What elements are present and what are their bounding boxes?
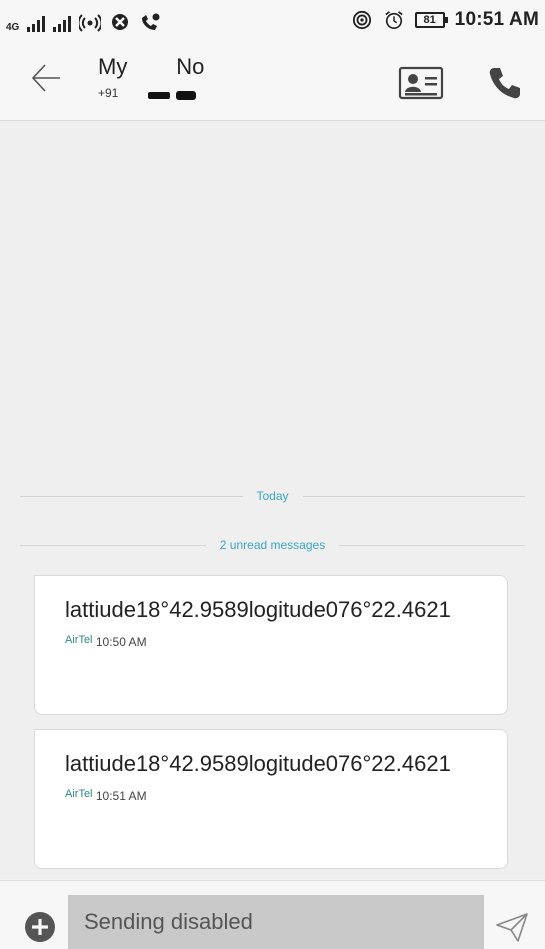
date-divider-label: Today bbox=[242, 486, 303, 506]
status-bar: 4G 81 10:51 AM bbox=[0, 0, 545, 40]
signal-icon bbox=[53, 16, 72, 32]
nfc-icon bbox=[352, 10, 371, 30]
contact-number: +91 bbox=[98, 86, 119, 100]
message-input[interactable]: Sending disabled bbox=[68, 895, 484, 949]
redaction-mark bbox=[176, 91, 196, 100]
sim-label: AirTel bbox=[65, 634, 93, 646]
date-divider: Today bbox=[20, 486, 525, 506]
call-status-icon bbox=[142, 13, 160, 30]
composer-bar: Sending disabled bbox=[0, 880, 545, 949]
message-meta: AirTel 10:51 AM bbox=[65, 788, 487, 803]
contact-card-icon[interactable] bbox=[398, 64, 444, 102]
blocked-icon bbox=[112, 14, 129, 30]
message-time: 10:51 AM bbox=[95, 789, 147, 803]
message-body: lattiude18°42.9589logitude076°22.4621 bbox=[65, 751, 451, 776]
status-left-icons: 4G bbox=[6, 10, 161, 33]
hotspot-icon bbox=[79, 14, 102, 32]
message-time: 10:50 AM bbox=[95, 635, 147, 649]
redaction-mark bbox=[148, 92, 170, 99]
alarm-icon bbox=[384, 11, 403, 29]
contact-name: My No bbox=[98, 54, 205, 79]
send-icon[interactable] bbox=[494, 911, 530, 943]
unread-divider-label: 2 unread messages bbox=[205, 535, 340, 555]
message-body: lattiude18°42.9589logitude076°22.4621 bbox=[65, 597, 451, 622]
status-clock: 10:51 AM bbox=[454, 9, 539, 30]
back-arrow-icon[interactable] bbox=[28, 60, 64, 96]
message-bubble[interactable]: lattiude18°42.9589logitude076°22.4621 Ai… bbox=[34, 729, 508, 869]
conversation-header: My No +91 bbox=[0, 40, 545, 121]
message-bubble[interactable]: lattiude18°42.9589logitude076°22.4621 Ai… bbox=[34, 575, 508, 715]
unread-divider: 2 unread messages bbox=[20, 535, 525, 555]
status-right-icons: 81 10:51 AM bbox=[351, 8, 539, 32]
phone-icon[interactable] bbox=[486, 64, 524, 102]
message-meta: AirTel 10:50 AM bbox=[65, 634, 487, 649]
battery-icon: 81 bbox=[414, 12, 448, 28]
network-type-label: 4G bbox=[6, 22, 20, 33]
add-icon[interactable] bbox=[24, 911, 56, 943]
sim-label: AirTel bbox=[65, 788, 93, 800]
message-list[interactable]: Today 2 unread messages lattiude18°42.95… bbox=[0, 121, 545, 879]
signal-icon bbox=[27, 16, 46, 32]
